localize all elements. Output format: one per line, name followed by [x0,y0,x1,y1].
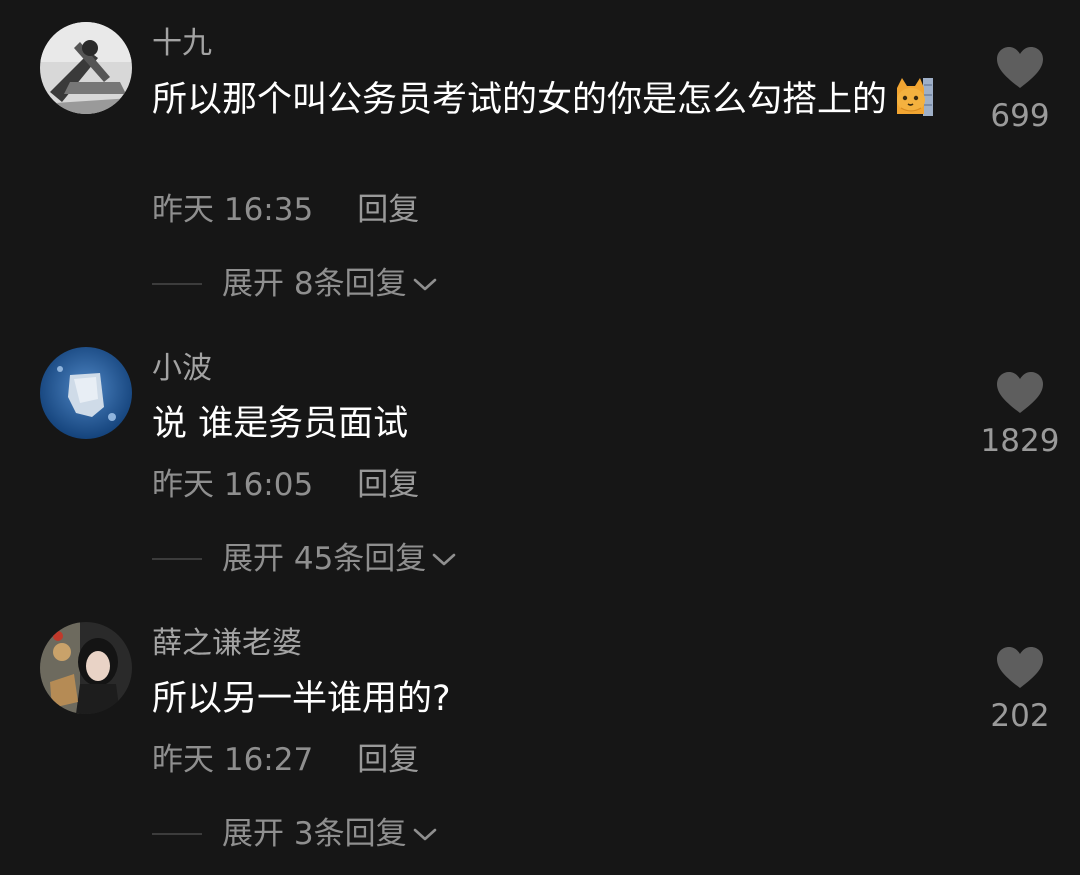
comment-time: 昨天 16:05 [152,467,314,503]
comment-text-body: 所以另一半谁用的? [152,679,451,719]
expand-replies[interactable]: 展开 3条回复 [152,814,439,854]
chevron-down-icon [430,539,458,579]
reply-button[interactable]: 回复 [357,190,419,230]
comment-text-body: 所以那个叫公务员考试的女的你是怎么勾搭上的 [152,80,888,120]
comment-text: 所以那个叫公务员考试的女的你是怎么勾搭上的 [152,74,942,125]
expand-replies[interactable]: 展开 45条回复 [152,539,458,579]
divider-line [152,833,202,835]
comment-username[interactable]: 十九 [152,24,212,64]
comment-text: 说 谁是务员面试 [152,399,942,449]
reply-button[interactable]: 回复 [357,740,419,780]
comment-item: 十九 所以那个叫公务员考试的女的你是怎么勾搭上的 昨天 16:35 回复 展开 8… [0,0,1080,302]
chevron-down-icon [411,264,439,304]
heart-icon [997,47,1043,88]
comment-text-body: 说 谁是务员面试 [152,404,409,444]
avatar[interactable] [40,622,132,714]
comment-time: 昨天 16:35 [152,192,314,228]
expand-replies[interactable]: 展开 8条回复 [152,264,439,304]
like-button[interactable]: 1829 [978,371,1062,461]
divider-line [152,283,202,285]
like-button[interactable]: 202 [978,646,1062,736]
expand-replies-label: 展开 3条回复 [222,816,407,852]
comment-username[interactable]: 小波 [152,349,212,389]
comment-username[interactable]: 薛之谦老婆 [152,624,302,664]
avatar[interactable] [40,22,132,114]
like-count: 1829 [980,423,1060,459]
comment-item: 小波 说 谁是务员面试 昨天 16:05 回复 展开 45条回复 1829 [0,325,1080,600]
like-count: 699 [990,98,1050,134]
comment-meta: 昨天 16:05 回复 [152,465,419,505]
expand-replies-label: 展开 8条回复 [222,266,407,302]
reply-button[interactable]: 回复 [357,465,419,505]
heart-icon [997,372,1043,413]
divider-line [152,558,202,560]
comment-time: 昨天 16:27 [152,742,314,778]
like-count: 202 [990,698,1050,734]
heart-icon [997,647,1043,688]
like-button[interactable]: 699 [978,46,1062,136]
cat-peeking-emoji [893,74,937,118]
comment-meta: 昨天 16:35 回复 [152,190,419,230]
comment-text: 所以另一半谁用的? [152,674,942,724]
expand-replies-label: 展开 45条回复 [222,541,427,577]
comment-meta: 昨天 16:27 回复 [152,740,419,780]
avatar[interactable] [40,347,132,439]
comment-item: 薛之谦老婆 所以另一半谁用的? 昨天 16:27 回复 展开 3条回复 202 [0,600,1080,875]
chevron-down-icon [411,814,439,854]
